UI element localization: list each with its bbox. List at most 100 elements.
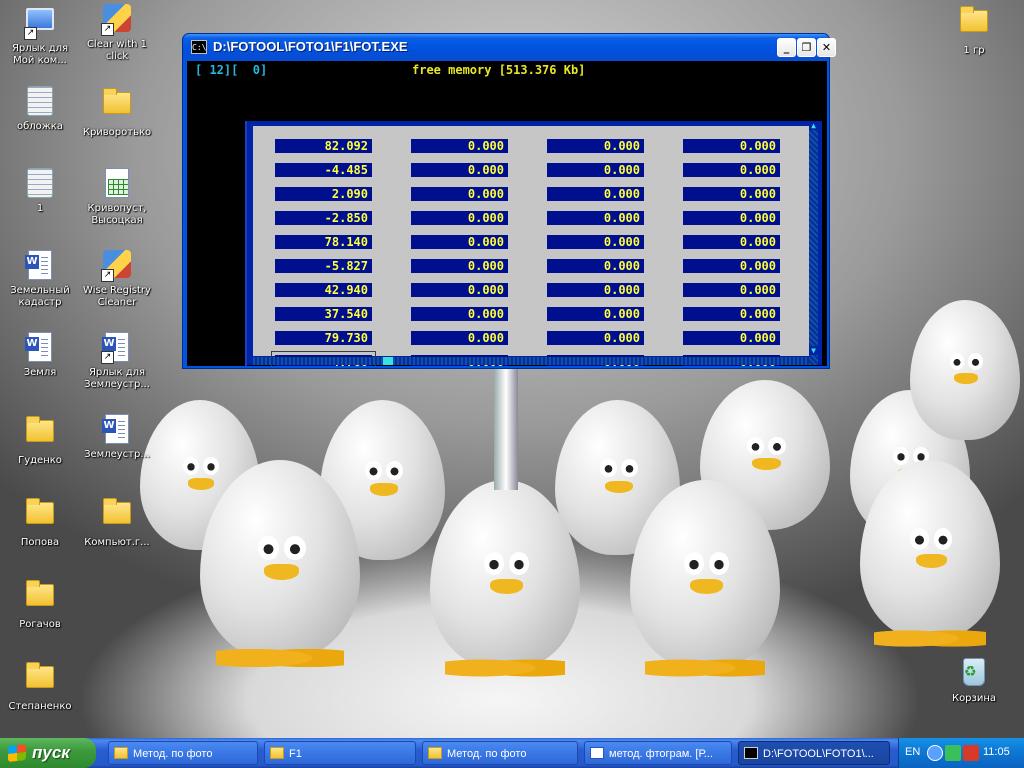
desktop-icon-krivopust[interactable]: Кривопуст, Высоцкая (77, 168, 157, 227)
folder-icon (270, 747, 284, 759)
taskbar-button[interactable]: Метод. по фото (422, 741, 578, 765)
grid-cell[interactable]: 0.000 (683, 259, 780, 273)
window-titlebar[interactable]: C:\ D:\FOTOOL\FOTO1\F1\FOT.EXE _ ❐ ✕ (183, 34, 836, 61)
grid-cell[interactable]: 0.000 (547, 163, 644, 177)
record-counter: [ 12][ 0] (195, 63, 268, 77)
desktop-icon-label: Рогачов (19, 619, 61, 630)
desktop-icon-kompyut[interactable]: Компьют.г... (77, 496, 157, 549)
desktop-icon-oblozhka[interactable]: обложка (0, 86, 80, 133)
console-icon[interactable]: C:\ (191, 40, 207, 54)
desktop-icon-clear-with-1-click[interactable]: Clear with 1 click (77, 4, 157, 63)
data-grid[interactable]: 82.092 0.000 0.000 0.000 -4.485 0.000 0.000 0.0… (253, 126, 809, 366)
back-arrow-icon[interactable] (927, 745, 943, 761)
antivirus-icon[interactable] (963, 745, 979, 761)
desktop-icon-label: Корзина (951, 693, 997, 704)
windows-flag-icon (8, 744, 26, 762)
grid-cell[interactable]: 2.090 (275, 187, 372, 201)
grid-cell[interactable]: 0.000 (411, 211, 508, 225)
grid-cell[interactable]: 0.000 (547, 331, 644, 345)
desktop-icon-label: Степаненко (8, 701, 72, 712)
desktop-icon-label: Земля (23, 367, 57, 378)
registry-cleaner-icon (101, 250, 133, 282)
grid-cell[interactable]: 0.000 (683, 307, 780, 321)
horizontal-scrollbar[interactable] (253, 357, 809, 365)
taskbar-button-label: D:\FOTOOL\FOTO1\... (763, 748, 874, 760)
taskbar-button[interactable]: метод. фтограм. [Р... (584, 741, 732, 765)
grid-cell[interactable]: 0.000 (683, 235, 780, 249)
grid-cell[interactable]: 37.540 (275, 307, 372, 321)
console-client-area[interactable]: [ 12][ 0] free memory [513.376 Kb] 82.09… (187, 61, 827, 366)
desktop-icon-recycle-bin[interactable]: Корзина (934, 658, 1014, 705)
language-indicator[interactable]: EN (905, 746, 920, 758)
grid-cell[interactable]: 0.000 (547, 187, 644, 201)
taskbar-button[interactable]: Метод. по фото (108, 741, 258, 765)
word-document-icon (24, 332, 56, 364)
desktop-icon-1-gr[interactable]: 1 гр (934, 4, 1014, 57)
scroll-thumb[interactable] (383, 357, 393, 365)
grid-cell[interactable]: 78.140 (275, 235, 372, 249)
desktop-icon-zemleustr-shortcut[interactable]: Ярлык для Землеустр... (77, 332, 157, 391)
desktop-icon-wise-registry-cleaner[interactable]: Wise Registry Cleaner (77, 250, 157, 309)
grid-cell[interactable]: 0.000 (411, 235, 508, 249)
folder-icon (101, 88, 133, 124)
grid-cell[interactable]: 0.000 (411, 187, 508, 201)
grid-cell[interactable]: 0.000 (683, 283, 780, 297)
grid-cell[interactable]: 0.000 (411, 283, 508, 297)
desktop-icon-stepanenko[interactable]: Степаненко (0, 660, 80, 713)
spreadsheet-icon (101, 168, 133, 200)
desktop-icon-zemelny-kadastr[interactable]: Земельный кадастр (0, 250, 80, 309)
desktop-icon-rogachov[interactable]: Рогачов (0, 578, 80, 631)
taskbar: пуск Метод. по фото F1 Метод. по фото метод… (0, 738, 1024, 768)
grid-cell[interactable]: 0.000 (683, 163, 780, 177)
grid-cell[interactable]: 42.940 (275, 283, 372, 297)
word-icon (590, 747, 604, 759)
vertical-scrollbar[interactable]: ▲ ▼ (809, 121, 818, 365)
maximize-button[interactable]: ❐ (797, 38, 816, 57)
desktop-icon-zemlya[interactable]: Земля (0, 332, 80, 379)
desktop-icon-popova[interactable]: Попова (0, 496, 80, 549)
desktop-icon-label: Кривопуст, Высоцкая (87, 203, 147, 226)
grid-cell[interactable]: 0.000 (547, 235, 644, 249)
grid-cell[interactable]: 0.000 (683, 331, 780, 345)
scroll-down-icon[interactable]: ▼ (809, 346, 818, 355)
grid-cell[interactable]: 0.000 (683, 211, 780, 225)
grid-cell[interactable]: 0.000 (411, 331, 508, 345)
minimize-button[interactable]: _ (777, 38, 796, 57)
grid-cell[interactable]: 79.730 (275, 331, 372, 345)
grid-cell[interactable]: 0.000 (547, 139, 644, 153)
grid-cell[interactable]: 0.000 (547, 283, 644, 297)
taskbar-button[interactable]: D:\FOTOOL\FOTO1\... (738, 741, 890, 765)
desktop-icon-1[interactable]: 1 (0, 168, 80, 215)
taskbar-button[interactable]: F1 (264, 741, 416, 765)
grid-cell[interactable]: 0.000 (683, 139, 780, 153)
grid-cell[interactable]: 0.000 (411, 259, 508, 273)
console-icon (744, 747, 758, 759)
taskbar-button-label: Метод. по фото (447, 748, 527, 760)
security-shield-icon[interactable] (945, 745, 961, 761)
grid-cell[interactable]: 0.000 (411, 139, 508, 153)
grid-cell[interactable]: 0.000 (547, 307, 644, 321)
grid-cell[interactable]: -4.485 (275, 163, 372, 177)
grid-cell[interactable]: -2.850 (275, 211, 372, 225)
grid-cell[interactable]: -5.827 (275, 259, 372, 273)
desktop-icon-label: Землеустр... (84, 449, 150, 460)
desktop-icon-label: 1 (36, 203, 44, 214)
desktop-icon-gudenko[interactable]: Гуденко (0, 414, 80, 467)
grid-cell[interactable]: 0.000 (683, 187, 780, 201)
grid-cell[interactable]: 0.000 (547, 259, 644, 273)
desktop-icon-zemleustr[interactable]: Землеустр... (77, 414, 157, 461)
desktop-icon-label: Clear with 1 click (86, 39, 148, 62)
scroll-up-icon[interactable]: ▲ (809, 121, 818, 130)
grid-cell[interactable]: 0.000 (547, 211, 644, 225)
desktop-icon-my-computer-shortcut[interactable]: Ярлык для Мой ком... (0, 4, 80, 67)
desktop-icon-label: обложка (17, 121, 63, 132)
grid-cell[interactable]: 82.092 (275, 139, 372, 153)
desktop-icon-krivorotko[interactable]: Криворотько (77, 86, 157, 139)
grid-cell[interactable]: 0.000 (411, 307, 508, 321)
close-button[interactable]: ✕ (817, 38, 836, 57)
console-window[interactable]: C:\ D:\FOTOOL\FOTO1\F1\FOT.EXE _ ❐ ✕ [ 1… (182, 33, 836, 369)
taskbar-button-label: F1 (289, 748, 302, 760)
grid-cell[interactable]: 0.000 (411, 163, 508, 177)
clock[interactable]: 11:05 (983, 746, 1010, 758)
start-button[interactable]: пуск (0, 738, 96, 768)
